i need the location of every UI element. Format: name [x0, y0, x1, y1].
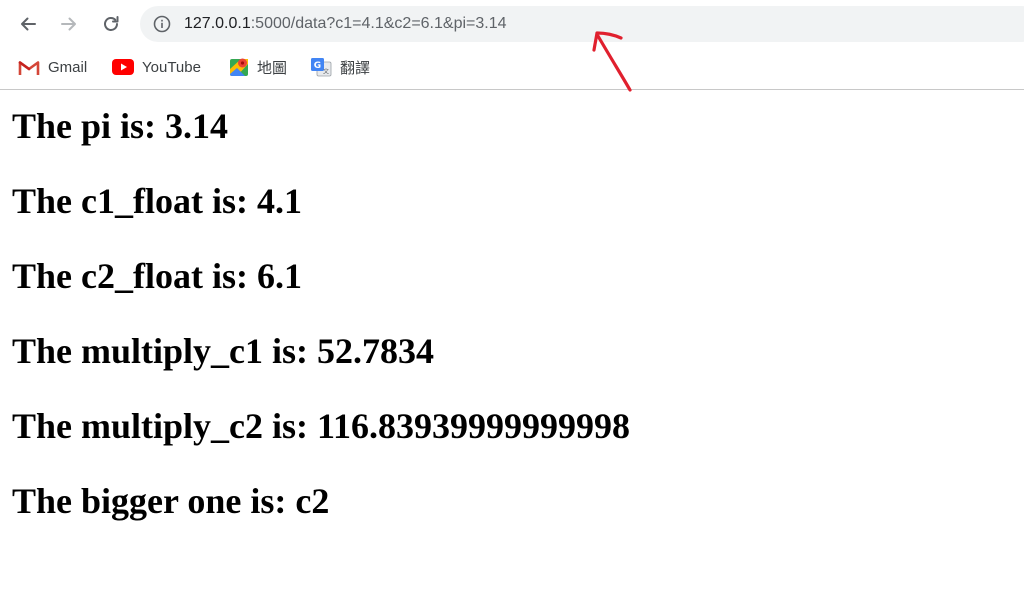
toolbar-divider	[0, 89, 1024, 90]
result-line-multiply-c2: The multiply_c2 is: 116.83939999999998	[12, 406, 631, 446]
result-line-c2-float: The c2_float is: 6.1	[12, 256, 302, 296]
result-line-multiply-c1: The multiply_c1 is: 52.7834	[12, 331, 435, 371]
bookmark-maps[interactable]: 地圖	[229, 55, 287, 79]
red-arrow-icon	[592, 31, 632, 92]
reload-button[interactable]	[95, 8, 127, 40]
bookmark-label: 地圖	[257, 59, 288, 77]
youtube-icon	[112, 59, 134, 75]
bookmarks-bar: Gmail YouTube 地圖 G 文 翻譯	[0, 50, 1024, 84]
svg-text:文: 文	[323, 68, 329, 76]
bookmark-label: 翻譯	[340, 59, 371, 77]
result-line-bigger-one: The bigger one is: c2	[12, 481, 330, 521]
url-host: 127.0.0.1	[184, 15, 251, 32]
bookmark-translate[interactable]: G 文 翻譯	[310, 55, 370, 79]
svg-text:G: G	[314, 61, 321, 71]
back-arrow-icon	[21, 17, 36, 31]
forward-arrow-icon	[61, 17, 76, 31]
info-icon[interactable]	[153, 15, 171, 33]
browser-window: 127.0.0.1:5000/data?c1=4.1&c2=6.1&pi=3.1…	[0, 0, 1024, 590]
translate-icon: G 文	[311, 58, 332, 77]
result-line-pi: The pi is: 3.14	[12, 106, 229, 146]
maps-icon	[230, 58, 248, 76]
bookmark-label: Gmail	[48, 58, 88, 76]
forward-button[interactable]	[53, 8, 85, 40]
bookmark-gmail[interactable]: Gmail	[18, 55, 87, 79]
gmail-icon	[18, 60, 40, 75]
address-bar[interactable]: 127.0.0.1:5000/data?c1=4.1&c2=6.1&pi=3.1…	[140, 6, 1024, 42]
url-path-query: :5000/data?c1=4.1&c2=6.1&pi=3.14	[250, 15, 507, 32]
page-content: The pi is: 3.14 The c1_float is: 4.1 The…	[12, 98, 1012, 548]
bookmark-youtube[interactable]: YouTube	[112, 55, 201, 79]
reload-icon	[104, 16, 119, 31]
result-line-c1-float: The c1_float is: 4.1	[12, 181, 302, 221]
browser-toolbar: 127.0.0.1:5000/data?c1=4.1&c2=6.1&pi=3.1…	[0, 0, 1024, 48]
back-button[interactable]	[12, 8, 44, 40]
url-text[interactable]: 127.0.0.1:5000/data?c1=4.1&c2=6.1&pi=3.1…	[184, 6, 507, 42]
bookmark-label: YouTube	[142, 58, 201, 76]
